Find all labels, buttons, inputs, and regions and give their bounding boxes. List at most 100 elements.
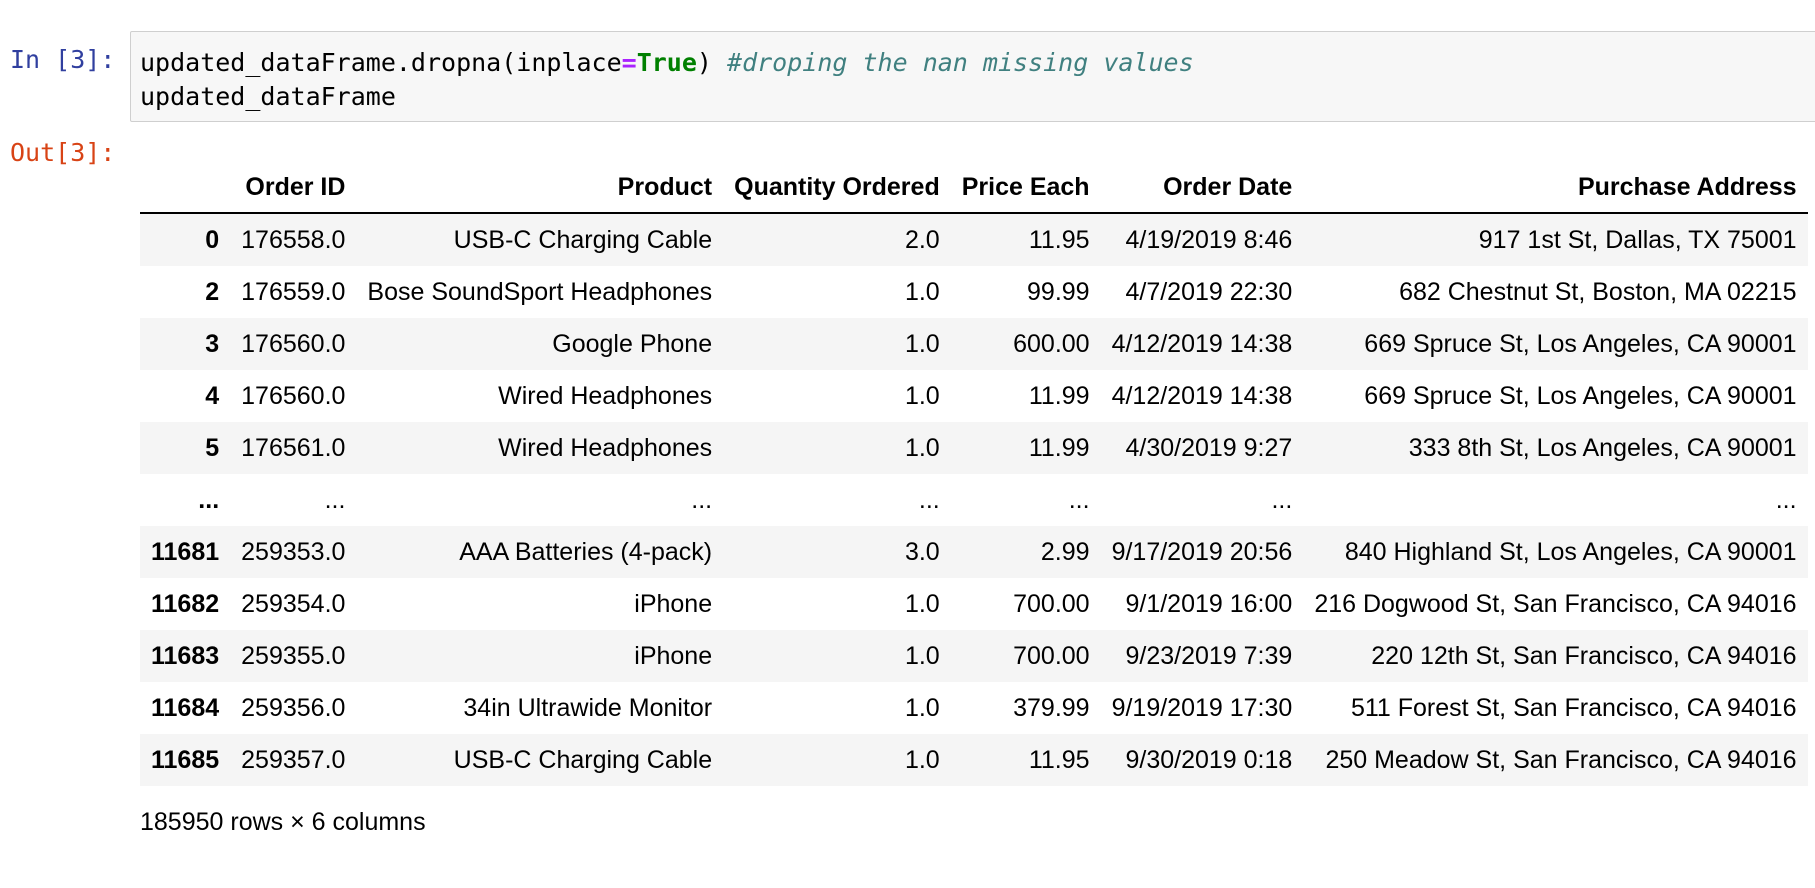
table-cell: Wired Headphones [498,433,713,462]
row-index: 4 [205,381,220,410]
table-cell: 9/30/2019 0:18 [1125,745,1293,774]
code-cell-editor[interactable]: updated_dataFrame.dropna(inplace=True) #… [130,31,1815,122]
table-cell: ... [918,485,940,514]
column-header: Product [356,162,724,214]
column-header: Price Each [950,162,1101,214]
table-cell: 333 8th St, Los Angeles, CA 90001 [1408,433,1797,462]
table-cell: 9/17/2019 20:56 [1111,537,1293,566]
table-cell: ... [691,485,713,514]
table-cell: ... [1271,485,1293,514]
output-area: Order ID Product Quantity Ordered Price Eac… [140,162,1808,837]
table-row: 0 176558.0 USB-C Charging Cable 2.0 11.95 4/1… [140,213,1808,266]
table-cell: 259353.0 [241,537,346,566]
table-cell: 600.00 [1013,329,1090,358]
code-comment: #droping the nan missing values [727,48,1194,77]
table-cell: USB-C Charging Cable [453,225,713,254]
code-call: updated_dataFrame.dropna(inplace [140,48,622,77]
column-header: Quantity Ordered [723,162,951,214]
table-row: 11683 259355.0 iPhone 1.0 700.00 9/23/2019 7:… [140,630,1808,682]
table-header-row: Order ID Product Quantity Ordered Price Eac… [140,162,1808,214]
row-index: 2 [205,277,220,306]
table-cell: 11.99 [1028,433,1090,462]
table-row: ..................... [140,474,1808,526]
table-cell: 259354.0 [241,589,346,618]
table-cell: 4/12/2019 14:38 [1111,329,1293,358]
table-cell: 176561.0 [241,433,346,462]
row-index: 11682 [151,589,220,618]
table-cell: Google Phone [552,329,713,358]
table-cell: 700.00 [1013,589,1090,618]
table-cell: 1.0 [904,641,940,670]
table-cell: 511 Forest St, San Francisco, CA 94016 [1350,693,1797,722]
row-index: 11681 [151,537,220,566]
table-cell: 176560.0 [241,381,346,410]
table-cell: 34in Ultrawide Monitor [463,693,713,722]
table-cell: 1.0 [904,329,940,358]
table-cell: ... [1068,485,1090,514]
table-cell: AAA Batteries (4-pack) [459,537,713,566]
row-index: 3 [205,329,220,358]
table-cell: 669 Spruce St, Los Angeles, CA 90001 [1364,329,1797,358]
shape-note: 185950 rows × 6 columns [140,808,426,836]
table-cell: 2.0 [904,225,940,254]
row-index: ... [198,485,220,514]
table-cell: ... [1775,485,1797,514]
table-cell: 216 Dogwood St, San Francisco, CA 94016 [1314,589,1797,618]
table-row: 11685 259357.0 USB-C Charging Cable 1.0 11.9… [140,734,1808,786]
code-close-paren: ) [696,48,728,77]
table-cell: 682 Chestnut St, Boston, MA 02215 [1399,277,1797,306]
table-cell: 1.0 [904,589,940,618]
table-row: 11681 259353.0 AAA Batteries (4-pack) 3.0 2.… [140,526,1808,578]
table-cell: 4/7/2019 22:30 [1125,277,1293,306]
table-cell: 4/30/2019 9:27 [1125,433,1293,462]
column-header: Purchase Address [1303,162,1808,214]
table-row: 11682 259354.0 iPhone 1.0 700.00 9/1/2019 16:… [140,578,1808,630]
table-cell: 4/19/2019 8:46 [1125,225,1293,254]
table-cell: iPhone [634,641,713,670]
table-cell: 1.0 [904,745,940,774]
row-index: 11684 [151,693,220,722]
output-prompt: Out[3]: [10,138,116,167]
index-header [140,162,231,214]
table-cell: 917 1st St, Dallas, TX 75001 [1478,225,1797,254]
code-operator: = [621,48,637,77]
table-cell: 99.99 [1027,277,1090,306]
row-index: 11683 [151,641,220,670]
table-row: 4 176560.0 Wired Headphones 1.0 11.99 4/12/20… [140,370,1808,422]
table-row: 5 176561.0 Wired Headphones 1.0 11.99 4/30/20… [140,422,1808,474]
table-cell: USB-C Charging Cable [453,745,713,774]
table-cell: 259356.0 [241,693,346,722]
dataframe-table: Order ID Product Quantity Ordered Price Eac… [140,162,1808,786]
row-index: 11685 [151,745,220,774]
code-line-2: updated_dataFrame [140,82,396,111]
table-cell: 700.00 [1013,641,1090,670]
table-cell: 176560.0 [241,329,346,358]
table-cell: 9/23/2019 7:39 [1125,641,1293,670]
table-cell: 1.0 [904,381,940,410]
table-cell: 220 12th St, San Francisco, CA 94016 [1371,641,1797,670]
column-header: Order Date [1100,162,1304,214]
table-cell: 379.99 [1013,693,1090,722]
table-cell: 1.0 [904,277,940,306]
table-cell: Bose SoundSport Headphones [367,277,713,306]
table-cell: 1.0 [904,693,940,722]
table-cell: 259355.0 [241,641,346,670]
table-cell: 1.0 [904,433,940,462]
row-index: 5 [205,433,220,462]
table-row: 2 176559.0 Bose SoundSport Headphones 1.0 99… [140,266,1808,318]
table-row: 11684 259356.0 34in Ultrawide Monitor 1.0 37… [140,682,1808,734]
table-cell: 176558.0 [241,225,346,254]
input-prompt: In [3]: [10,45,116,74]
table-row: 3 176560.0 Google Phone 1.0 600.00 4/12/2019 … [140,318,1808,370]
table-cell: 176559.0 [241,277,346,306]
table-cell: 11.95 [1028,225,1090,254]
code-keyword: True [636,48,697,77]
table-cell: 9/1/2019 16:00 [1125,589,1293,618]
table-cell: 11.99 [1028,381,1090,410]
table-cell: ... [324,485,346,514]
table-cell: 11.95 [1028,745,1090,774]
table-cell: 9/19/2019 17:30 [1111,693,1293,722]
table-cell: 250 Meadow St, San Francisco, CA 94016 [1325,745,1797,774]
code-line-1: updated_dataFrame.dropna(inplace=True) #… [140,46,1815,80]
table-cell: Wired Headphones [498,381,713,410]
